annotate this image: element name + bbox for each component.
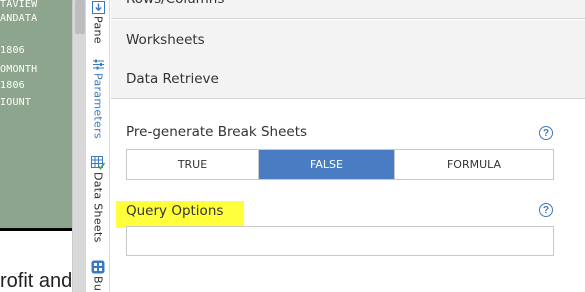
blocks-icon: [91, 260, 105, 274]
query-options-help-icon[interactable]: ?: [539, 203, 553, 217]
sheet-bottom-text: rofit and: [0, 270, 72, 292]
sheet-cell[interactable]: OMONTH: [0, 64, 37, 75]
section-worksheets[interactable]: Worksheets: [111, 20, 585, 60]
sheet-scrollbar[interactable]: [72, 0, 86, 292]
tab-pane[interactable]: Pane: [86, 0, 110, 44]
section-data-retrieve[interactable]: Data Retrieve: [111, 59, 585, 99]
tab-label: Data Sheets: [91, 172, 105, 243]
break-sheets-label: Pre-generate Break Sheets: [126, 124, 308, 140]
tab-data-sheets[interactable]: Data Sheets: [86, 156, 110, 243]
tab-bu[interactable]: Bu: [86, 260, 110, 291]
query-options-label: Query Options: [126, 203, 224, 219]
tab-label: Pane: [91, 16, 105, 44]
section-rows-columns[interactable]: Rows/Columns: [111, 0, 585, 19]
option-true-button[interactable]: TRUE: [127, 150, 259, 179]
tab-label: Parameters: [91, 73, 105, 139]
spreadsheet-cells: TAVIEW ANDATA 1806 OMONTH 1806 IOUNT: [0, 0, 72, 228]
grid-check-icon: [91, 156, 105, 170]
tab-label: Bu: [91, 276, 105, 292]
tab-parameters[interactable]: Parameters: [86, 57, 110, 139]
sheet-cell[interactable]: 1806: [0, 80, 25, 91]
break-sheets-toggle: TRUE FALSE FORMULA: [126, 149, 554, 180]
break-sheets-help-icon[interactable]: ?: [539, 126, 553, 140]
download-pane-icon: [91, 0, 105, 14]
sheet-cell[interactable]: ANDATA: [0, 13, 37, 24]
sheet-cell[interactable]: IOUNT: [0, 97, 31, 108]
parameters-panel: Rows/Columns Worksheets Data Retrieve Pr…: [111, 0, 585, 292]
sheet-cell[interactable]: 1806: [0, 45, 25, 56]
query-options-input[interactable]: [126, 226, 554, 256]
spreadsheet-area: TAVIEW ANDATA 1806 OMONTH 1806 IOUNT rof…: [0, 0, 72, 292]
sheet-cell[interactable]: TAVIEW: [0, 0, 37, 10]
sliders-icon: [91, 57, 105, 71]
option-formula-button[interactable]: FORMULA: [395, 150, 553, 179]
option-false-button[interactable]: FALSE: [259, 150, 395, 179]
side-tab-strip: Pane Parameters Data Sheets Bu: [86, 0, 110, 292]
scrollbar-thumb[interactable]: [75, 0, 85, 34]
